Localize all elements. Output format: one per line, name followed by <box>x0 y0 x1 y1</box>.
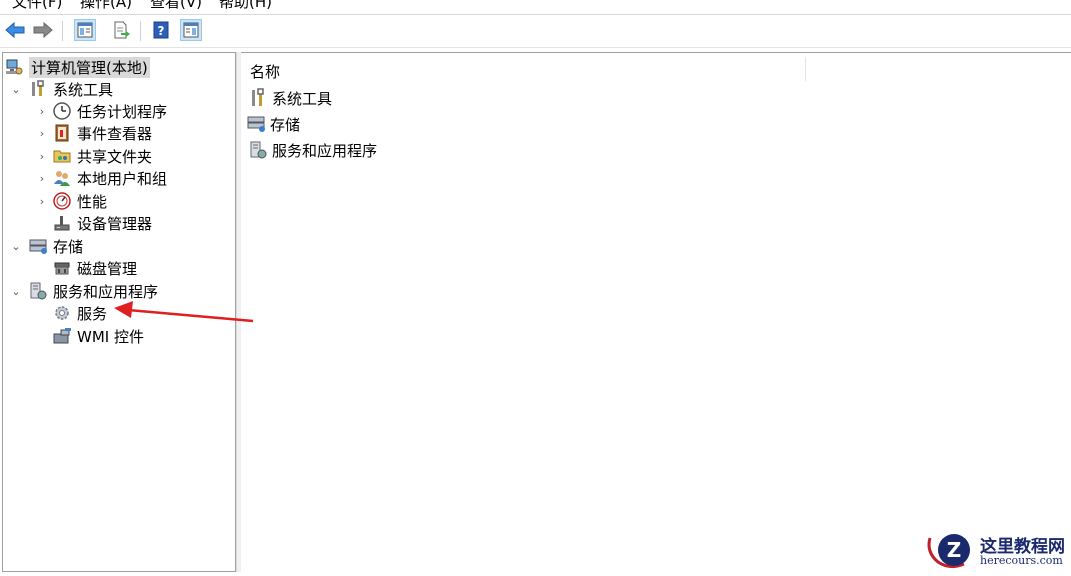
show-hide-console-tree-icon <box>77 22 93 38</box>
tree-label: 系统工具 <box>53 80 114 99</box>
column-header-name[interactable]: 名称 <box>250 61 280 82</box>
chevron-right-icon[interactable]: › <box>35 127 49 140</box>
tree-label: 性能 <box>77 192 108 211</box>
toolbar-separator <box>62 21 63 41</box>
list-item[interactable]: 系统工具 <box>249 86 332 110</box>
tree-item-local-users[interactable]: › 本地用户和组 <box>35 167 167 189</box>
tools-icon <box>249 88 269 108</box>
forward-arrow-icon <box>33 22 53 38</box>
column-header: 名称 <box>241 53 1071 83</box>
chevron-right-icon[interactable]: › <box>35 150 49 163</box>
tree-item-performance[interactable]: › 性能 <box>35 190 107 212</box>
tree-label: 磁盘管理 <box>77 259 138 278</box>
details-pane: 名称 系统工具 存储 服务和应用程序 <box>241 52 1071 572</box>
tree-item-system-tools[interactable]: ⌄ 系统工具 <box>9 78 113 100</box>
tree-label: 本地用户和组 <box>77 169 168 188</box>
tree-item-storage[interactable]: ⌄ 存储 <box>9 235 83 257</box>
tree-item-services-and-applications[interactable]: ⌄ 服务和应用程序 <box>9 280 158 302</box>
disk-management-icon <box>53 259 71 277</box>
tree-item-shared-folders[interactable]: › 共享文件夹 <box>35 145 152 167</box>
shared-folder-icon <box>53 147 71 165</box>
watermark-logo-icon: Z <box>927 534 970 569</box>
wmi-icon <box>53 327 71 345</box>
back-arrow-icon <box>5 22 25 38</box>
tree-label: 共享文件夹 <box>77 147 153 166</box>
tree-label: WMI 控件 <box>77 327 144 346</box>
tree-label: 设备管理器 <box>77 214 153 233</box>
users-icon <box>53 169 71 187</box>
chevron-down-icon[interactable]: ⌄ <box>9 240 23 253</box>
list-item-label: 服务和应用程序 <box>272 141 378 160</box>
clock-icon <box>53 102 71 120</box>
tree-label: 服务和应用程序 <box>53 282 159 301</box>
svg-text:?: ? <box>158 24 165 38</box>
tree-label: 事件查看器 <box>77 124 153 143</box>
menu-view[interactable]: 查看(V) <box>150 0 202 12</box>
tools-icon <box>29 80 47 98</box>
tree-item-device-manager[interactable]: 设备管理器 <box>49 212 152 234</box>
tree-item-services[interactable]: 服务 <box>49 302 107 324</box>
chevron-down-icon[interactable]: ⌄ <box>9 285 23 298</box>
toolbar: ? <box>0 15 1071 48</box>
list-item-label: 存储 <box>270 115 301 134</box>
chevron-right-icon[interactable]: › <box>35 105 49 118</box>
tree-label: 计算机管理(本地) <box>29 56 150 78</box>
tree-item-computer-management[interactable]: 计算机管理(本地) <box>5 56 150 78</box>
device-manager-icon <box>53 214 71 232</box>
watermark: Z 这里教程网 herecours.com <box>924 528 1071 572</box>
console-tree: 计算机管理(本地) ⌄ 系统工具 › 任务计划程序 › 事件查看器 › 共享文件… <box>2 52 236 572</box>
chevron-right-icon[interactable]: › <box>35 195 49 208</box>
services-applications-icon <box>249 140 269 160</box>
chevron-right-icon[interactable]: › <box>35 172 49 185</box>
list-item[interactable]: 存储 <box>247 112 300 136</box>
event-viewer-icon <box>53 124 71 142</box>
tree-item-disk-management[interactable]: 磁盘管理 <box>49 257 137 279</box>
chevron-down-icon[interactable]: ⌄ <box>9 83 23 96</box>
gear-icon <box>53 304 71 322</box>
computer-management-icon <box>5 58 23 76</box>
svg-text:Z: Z <box>947 538 962 562</box>
menu-help[interactable]: 帮助(H) <box>219 0 272 12</box>
show-hide-action-pane-icon <box>183 22 199 38</box>
toolbar-separator <box>140 21 141 41</box>
help-icon: ? <box>153 21 169 39</box>
menu-action[interactable]: 操作(A) <box>80 0 132 12</box>
tree-label: 服务 <box>77 304 108 323</box>
column-divider[interactable] <box>805 57 806 81</box>
tree-item-event-viewer[interactable]: › 事件查看器 <box>35 122 152 144</box>
help-button[interactable]: ? <box>150 19 172 41</box>
tree-label: 存储 <box>53 237 84 256</box>
export-list-button[interactable] <box>111 19 133 41</box>
back-button[interactable] <box>4 19 26 41</box>
tree-item-task-scheduler[interactable]: › 任务计划程序 <box>35 100 167 122</box>
menu-file[interactable]: 文件(F) <box>12 0 62 12</box>
tree-item-wmi-control[interactable]: WMI 控件 <box>49 325 144 347</box>
export-list-icon <box>114 21 130 39</box>
services-applications-icon <box>29 282 47 300</box>
show-hide-tree-button[interactable] <box>74 19 96 41</box>
list-item-label: 系统工具 <box>272 89 333 108</box>
storage-icon <box>29 237 47 255</box>
watermark-url: herecours.com <box>980 554 1063 567</box>
storage-icon <box>247 114 267 134</box>
list-item[interactable]: 服务和应用程序 <box>249 138 377 162</box>
tree-label: 任务计划程序 <box>77 102 168 121</box>
forward-button[interactable] <box>32 19 54 41</box>
menu-bar: 文件(F) 操作(A) 查看(V) 帮助(H) <box>0 0 1071 15</box>
performance-icon <box>53 192 71 210</box>
show-hide-action-pane-button[interactable] <box>180 19 202 41</box>
